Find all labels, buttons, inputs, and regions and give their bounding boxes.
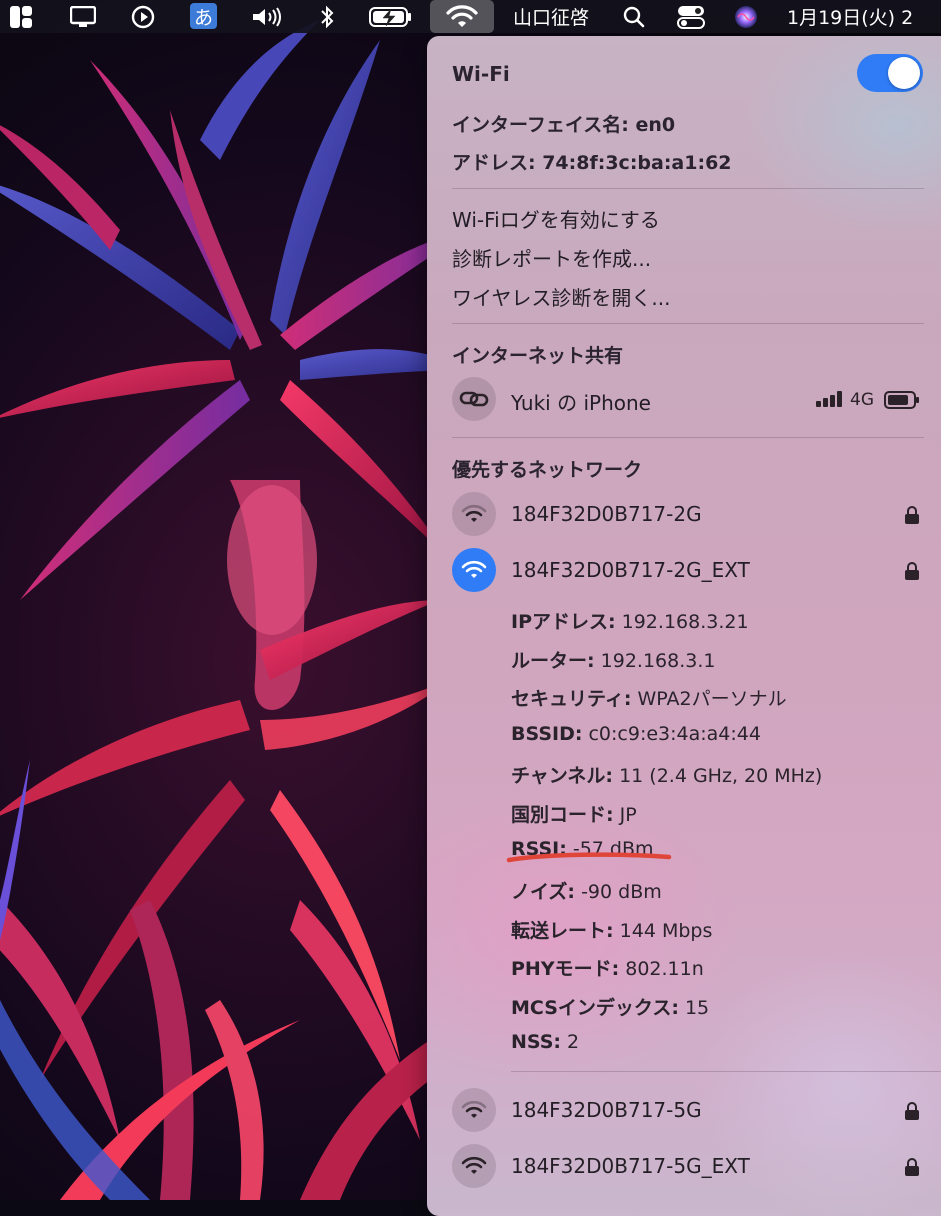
detail-security: セキュリティ: WPA2パーソナル [511, 688, 787, 710]
toggle-knob [888, 57, 920, 89]
create-diagnostics-report-item[interactable]: 診断レポートを作成... [452, 243, 651, 272]
lock-icon [904, 1157, 920, 1181]
wifi-icon [452, 1144, 496, 1188]
volume-icon[interactable] [249, 0, 287, 33]
detail-phy-mode: PHYモード: 802.11n [511, 958, 704, 980]
detail-noise: ノイズ: -90 dBm [511, 881, 662, 903]
hotspot-heading: インターネット共有 [452, 345, 624, 367]
separator [452, 323, 924, 324]
lock-icon [904, 561, 920, 585]
network-name: 184F32D0B717-5G [511, 1098, 702, 1122]
user-name[interactable]: 山口征啓 [508, 0, 594, 33]
network-row-connected[interactable]: 184F32D0B717-2G_EXT [452, 548, 932, 594]
search-icon[interactable] [620, 0, 648, 33]
display-icon[interactable] [67, 0, 99, 33]
ime-icon[interactable]: あ [190, 3, 217, 29]
link-icon [452, 377, 496, 421]
siri-icon[interactable] [732, 0, 760, 33]
wifi-menu-icon[interactable] [430, 0, 494, 33]
bluetooth-icon[interactable] [314, 0, 340, 33]
detail-bssid: BSSID: c0:c9:e3:4a:a4:44 [511, 723, 761, 745]
menu-bar: あ 山口征啓 1月19日(火) 2 [0, 0, 941, 33]
hotspot-row[interactable]: Yuki の iPhone 4G [452, 377, 932, 423]
preferred-networks-heading: 優先するネットワーク [452, 459, 643, 481]
battery-icon [884, 390, 920, 414]
wifi-icon [452, 548, 496, 592]
detail-nss: NSS: 2 [511, 1031, 580, 1053]
lock-icon [904, 1101, 920, 1125]
cellular-signal-icon [816, 391, 846, 411]
wifi-toggle[interactable] [857, 54, 923, 92]
network-row[interactable]: 184F32D0B717-5G [452, 1088, 932, 1134]
wifi-icon [452, 492, 496, 536]
detail-ip-address: IPアドレス: 192.168.3.21 [511, 611, 749, 633]
network-row[interactable]: 184F32D0B717-5G_EXT [452, 1144, 932, 1190]
detail-mcs-index: MCSインデックス: 15 [511, 997, 710, 1019]
wifi-icon [452, 1088, 496, 1132]
mac-address: アドレス: 74:8f:3c:ba:a1:62 [452, 152, 732, 174]
open-wireless-diagnostics-item[interactable]: ワイヤレス診断を開く... [452, 282, 670, 311]
network-row[interactable]: 184F32D0B717-2G [452, 492, 932, 538]
separator [452, 437, 924, 438]
detail-country-code: 国別コード: JP [511, 804, 637, 826]
network-name: 184F32D0B717-2G_EXT [511, 558, 750, 582]
ime-label: あ [193, 6, 213, 29]
hotspot-name: Yuki の iPhone [511, 391, 651, 415]
enable-wifi-log-item[interactable]: Wi-Fiログを有効にする [452, 204, 660, 233]
network-name: 184F32D0B717-2G [511, 502, 702, 526]
detail-channel: チャンネル: 11 (2.4 GHz, 20 MHz) [511, 765, 823, 787]
battery-charging-icon[interactable] [368, 0, 414, 33]
play-icon[interactable] [127, 0, 159, 33]
wifi-menu: Wi-Fi インターフェイス名: en0 アドレス: 74:8f:3c:ba:a… [427, 36, 941, 1216]
wifi-title: Wi-Fi [452, 62, 510, 86]
separator [511, 1071, 941, 1072]
network-type: 4G [850, 390, 874, 410]
detail-tx-rate: 転送レート: 144 Mbps [511, 920, 713, 942]
clock[interactable]: 1月19日(火) 2 [787, 0, 941, 33]
interface-name: インターフェイス名: en0 [452, 114, 676, 136]
lock-icon [904, 505, 920, 529]
window-manager-icon[interactable] [6, 0, 36, 33]
network-name: 184F32D0B717-5G_EXT [511, 1154, 750, 1178]
detail-router: ルーター: 192.168.3.1 [511, 650, 716, 672]
rssi-highlight-underline [506, 852, 672, 863]
control-center-icon[interactable] [674, 0, 708, 33]
separator [452, 188, 924, 189]
